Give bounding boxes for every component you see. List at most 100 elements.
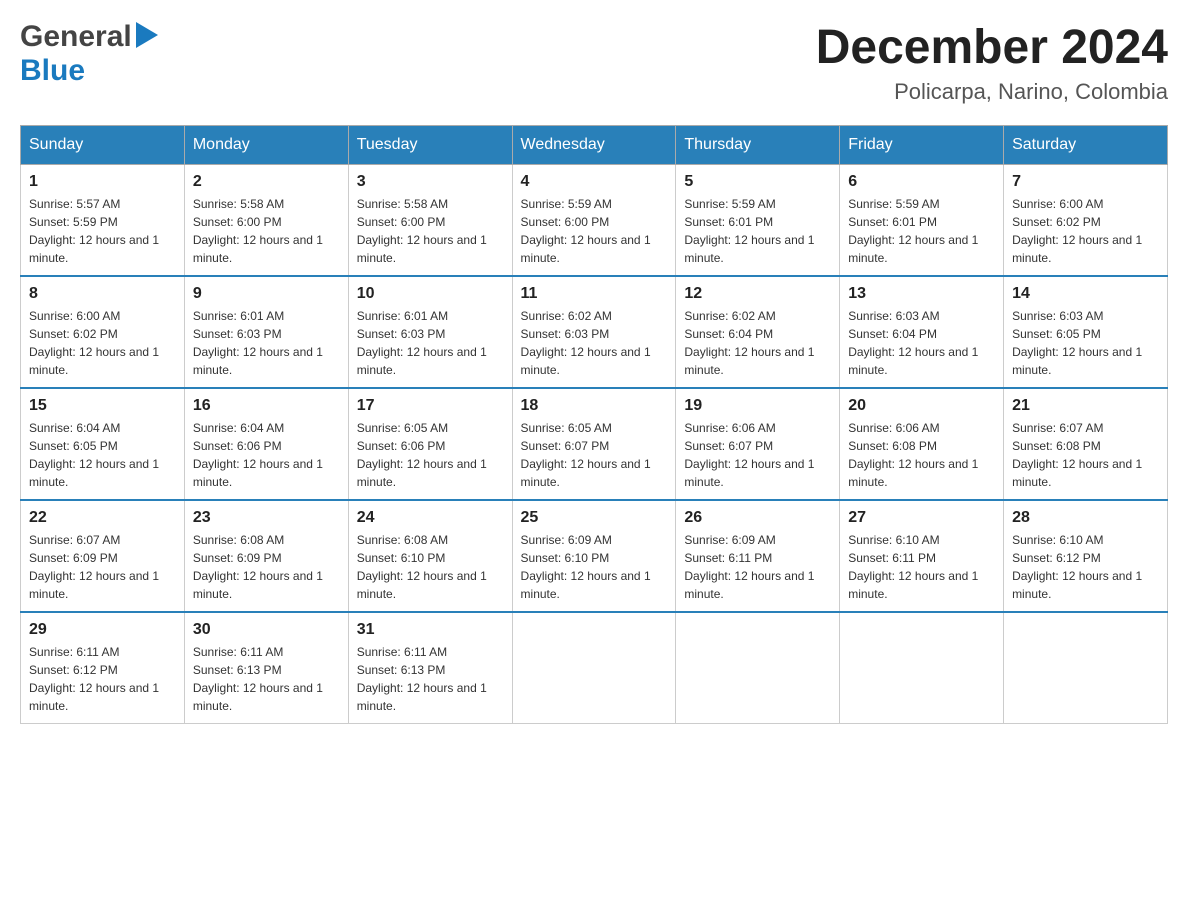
header-sunday: Sunday	[21, 126, 185, 165]
logo-blue-text: Blue	[20, 54, 85, 88]
day-number: 21	[1012, 397, 1159, 415]
table-row: 11 Sunrise: 6:02 AM Sunset: 6:03 PM Dayl…	[512, 276, 676, 388]
day-number: 26	[684, 509, 831, 527]
table-row: 22 Sunrise: 6:07 AM Sunset: 6:09 PM Dayl…	[21, 500, 185, 612]
table-row: 9 Sunrise: 6:01 AM Sunset: 6:03 PM Dayli…	[184, 276, 348, 388]
day-info: Sunrise: 6:00 AM Sunset: 6:02 PM Dayligh…	[29, 307, 176, 379]
page-header: General Blue December 2024 Policarpa, Na…	[20, 20, 1168, 105]
day-number: 10	[357, 285, 504, 303]
day-number: 7	[1012, 173, 1159, 191]
day-number: 17	[357, 397, 504, 415]
table-row: 20 Sunrise: 6:06 AM Sunset: 6:08 PM Dayl…	[840, 388, 1004, 500]
day-info: Sunrise: 6:00 AM Sunset: 6:02 PM Dayligh…	[1012, 195, 1159, 267]
table-row: 27 Sunrise: 6:10 AM Sunset: 6:11 PM Dayl…	[840, 500, 1004, 612]
day-info: Sunrise: 5:59 AM Sunset: 6:01 PM Dayligh…	[848, 195, 995, 267]
day-info: Sunrise: 6:09 AM Sunset: 6:11 PM Dayligh…	[684, 531, 831, 603]
table-row: 13 Sunrise: 6:03 AM Sunset: 6:04 PM Dayl…	[840, 276, 1004, 388]
table-row: 3 Sunrise: 5:58 AM Sunset: 6:00 PM Dayli…	[348, 165, 512, 277]
day-number: 30	[193, 621, 340, 639]
day-info: Sunrise: 6:05 AM Sunset: 6:07 PM Dayligh…	[521, 419, 668, 491]
table-row: 26 Sunrise: 6:09 AM Sunset: 6:11 PM Dayl…	[676, 500, 840, 612]
table-row: 6 Sunrise: 5:59 AM Sunset: 6:01 PM Dayli…	[840, 165, 1004, 277]
day-number: 22	[29, 509, 176, 527]
day-number: 11	[521, 285, 668, 303]
day-info: Sunrise: 6:07 AM Sunset: 6:08 PM Dayligh…	[1012, 419, 1159, 491]
day-info: Sunrise: 6:04 AM Sunset: 6:06 PM Dayligh…	[193, 419, 340, 491]
day-headers-row: Sunday Monday Tuesday Wednesday Thursday…	[21, 126, 1168, 165]
table-row	[676, 612, 840, 724]
day-number: 6	[848, 173, 995, 191]
header-thursday: Thursday	[676, 126, 840, 165]
table-row: 31 Sunrise: 6:11 AM Sunset: 6:13 PM Dayl…	[348, 612, 512, 724]
day-number: 20	[848, 397, 995, 415]
table-row: 2 Sunrise: 5:58 AM Sunset: 6:00 PM Dayli…	[184, 165, 348, 277]
table-row: 19 Sunrise: 6:06 AM Sunset: 6:07 PM Dayl…	[676, 388, 840, 500]
header-wednesday: Wednesday	[512, 126, 676, 165]
day-info: Sunrise: 6:01 AM Sunset: 6:03 PM Dayligh…	[357, 307, 504, 379]
day-info: Sunrise: 6:10 AM Sunset: 6:11 PM Dayligh…	[848, 531, 995, 603]
calendar-table: Sunday Monday Tuesday Wednesday Thursday…	[20, 125, 1168, 724]
table-row: 21 Sunrise: 6:07 AM Sunset: 6:08 PM Dayl…	[1004, 388, 1168, 500]
day-info: Sunrise: 6:06 AM Sunset: 6:08 PM Dayligh…	[848, 419, 995, 491]
day-info: Sunrise: 6:02 AM Sunset: 6:04 PM Dayligh…	[684, 307, 831, 379]
table-row: 17 Sunrise: 6:05 AM Sunset: 6:06 PM Dayl…	[348, 388, 512, 500]
logo-arrow-icon	[136, 22, 158, 53]
table-row: 16 Sunrise: 6:04 AM Sunset: 6:06 PM Dayl…	[184, 388, 348, 500]
day-number: 2	[193, 173, 340, 191]
day-info: Sunrise: 5:58 AM Sunset: 6:00 PM Dayligh…	[357, 195, 504, 267]
day-info: Sunrise: 6:01 AM Sunset: 6:03 PM Dayligh…	[193, 307, 340, 379]
day-number: 15	[29, 397, 176, 415]
table-row: 10 Sunrise: 6:01 AM Sunset: 6:03 PM Dayl…	[348, 276, 512, 388]
day-info: Sunrise: 6:10 AM Sunset: 6:12 PM Dayligh…	[1012, 531, 1159, 603]
day-number: 14	[1012, 285, 1159, 303]
month-year-title: December 2024	[816, 20, 1168, 75]
calendar-week-row: 8 Sunrise: 6:00 AM Sunset: 6:02 PM Dayli…	[21, 276, 1168, 388]
day-number: 28	[1012, 509, 1159, 527]
table-row: 12 Sunrise: 6:02 AM Sunset: 6:04 PM Dayl…	[676, 276, 840, 388]
table-row: 28 Sunrise: 6:10 AM Sunset: 6:12 PM Dayl…	[1004, 500, 1168, 612]
day-info: Sunrise: 6:09 AM Sunset: 6:10 PM Dayligh…	[521, 531, 668, 603]
day-info: Sunrise: 5:59 AM Sunset: 6:00 PM Dayligh…	[521, 195, 668, 267]
day-info: Sunrise: 6:03 AM Sunset: 6:04 PM Dayligh…	[848, 307, 995, 379]
calendar-week-row: 29 Sunrise: 6:11 AM Sunset: 6:12 PM Dayl…	[21, 612, 1168, 724]
day-info: Sunrise: 5:58 AM Sunset: 6:00 PM Dayligh…	[193, 195, 340, 267]
day-number: 18	[521, 397, 668, 415]
logo-general-text: General	[20, 20, 132, 54]
table-row: 15 Sunrise: 6:04 AM Sunset: 6:05 PM Dayl…	[21, 388, 185, 500]
location-subtitle: Policarpa, Narino, Colombia	[816, 79, 1168, 105]
day-number: 19	[684, 397, 831, 415]
day-info: Sunrise: 6:04 AM Sunset: 6:05 PM Dayligh…	[29, 419, 176, 491]
day-number: 24	[357, 509, 504, 527]
title-section: December 2024 Policarpa, Narino, Colombi…	[816, 20, 1168, 105]
table-row: 5 Sunrise: 5:59 AM Sunset: 6:01 PM Dayli…	[676, 165, 840, 277]
day-info: Sunrise: 6:08 AM Sunset: 6:10 PM Dayligh…	[357, 531, 504, 603]
day-info: Sunrise: 5:59 AM Sunset: 6:01 PM Dayligh…	[684, 195, 831, 267]
day-info: Sunrise: 6:11 AM Sunset: 6:13 PM Dayligh…	[193, 643, 340, 715]
day-number: 5	[684, 173, 831, 191]
logo: General Blue	[20, 20, 158, 88]
day-number: 4	[521, 173, 668, 191]
table-row	[512, 612, 676, 724]
day-number: 27	[848, 509, 995, 527]
table-row: 25 Sunrise: 6:09 AM Sunset: 6:10 PM Dayl…	[512, 500, 676, 612]
day-info: Sunrise: 6:11 AM Sunset: 6:12 PM Dayligh…	[29, 643, 176, 715]
header-tuesday: Tuesday	[348, 126, 512, 165]
day-info: Sunrise: 6:08 AM Sunset: 6:09 PM Dayligh…	[193, 531, 340, 603]
day-info: Sunrise: 6:11 AM Sunset: 6:13 PM Dayligh…	[357, 643, 504, 715]
header-monday: Monday	[184, 126, 348, 165]
day-number: 3	[357, 173, 504, 191]
header-saturday: Saturday	[1004, 126, 1168, 165]
table-row: 7 Sunrise: 6:00 AM Sunset: 6:02 PM Dayli…	[1004, 165, 1168, 277]
day-number: 1	[29, 173, 176, 191]
day-number: 29	[29, 621, 176, 639]
day-info: Sunrise: 5:57 AM Sunset: 5:59 PM Dayligh…	[29, 195, 176, 267]
day-info: Sunrise: 6:03 AM Sunset: 6:05 PM Dayligh…	[1012, 307, 1159, 379]
day-info: Sunrise: 6:05 AM Sunset: 6:06 PM Dayligh…	[357, 419, 504, 491]
table-row: 29 Sunrise: 6:11 AM Sunset: 6:12 PM Dayl…	[21, 612, 185, 724]
table-row: 18 Sunrise: 6:05 AM Sunset: 6:07 PM Dayl…	[512, 388, 676, 500]
day-number: 23	[193, 509, 340, 527]
day-info: Sunrise: 6:07 AM Sunset: 6:09 PM Dayligh…	[29, 531, 176, 603]
day-info: Sunrise: 6:02 AM Sunset: 6:03 PM Dayligh…	[521, 307, 668, 379]
calendar-week-row: 22 Sunrise: 6:07 AM Sunset: 6:09 PM Dayl…	[21, 500, 1168, 612]
day-info: Sunrise: 6:06 AM Sunset: 6:07 PM Dayligh…	[684, 419, 831, 491]
